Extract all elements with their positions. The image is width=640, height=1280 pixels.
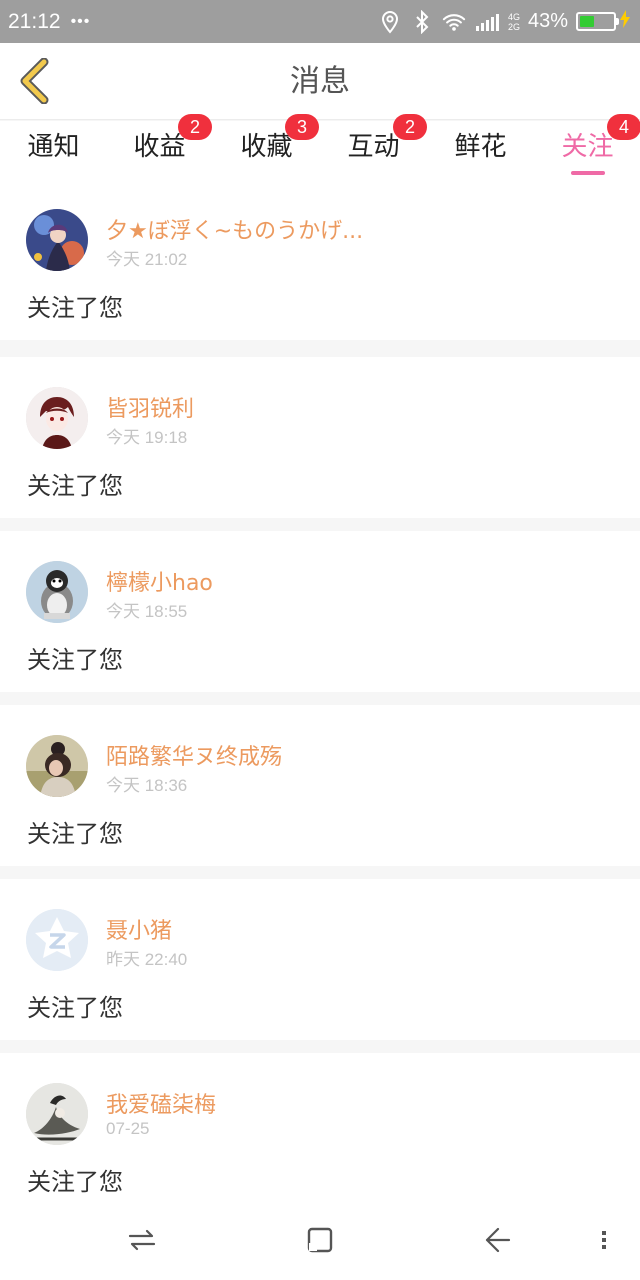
tab-earnings[interactable]: 收益 2 — [106, 114, 213, 179]
list-item[interactable]: 我爱磕柒梅 07-25 关注了您 — [0, 1053, 640, 1214]
message-text: 关注了您 — [27, 1168, 123, 1196]
unread-badge: 3 — [285, 114, 319, 140]
unread-badge: 4 — [607, 114, 640, 140]
back-button[interactable] — [14, 57, 54, 105]
tab-label: 鲜花 — [454, 132, 507, 162]
penguin-avatar — [26, 561, 88, 623]
message-time: 今天 21:02 — [106, 250, 188, 269]
battery-level — [580, 16, 594, 27]
tab-label: 关注 — [561, 132, 614, 162]
avatar[interactable] — [26, 735, 88, 797]
battery-icon — [576, 12, 619, 31]
avatar[interactable] — [26, 1083, 88, 1145]
user-name[interactable]: 聂小猪 — [106, 913, 172, 945]
ink-sketch-avatar — [26, 1083, 88, 1145]
message-time: 07-25 — [106, 1119, 150, 1138]
home-button[interactable] — [298, 1218, 342, 1262]
message-time: 今天 19:18 — [106, 428, 188, 447]
list-item[interactable]: 夕★ぼ浮く~ものうかげ... 今天 21:02 关注了您 — [0, 179, 640, 340]
tab-flowers[interactable]: 鲜花 — [427, 121, 534, 179]
avatar[interactable] — [26, 561, 88, 623]
anime-girl-avatar — [26, 209, 88, 271]
tab-label: 互动 — [347, 132, 400, 162]
anime-boy-avatar — [26, 387, 88, 449]
message-text: 关注了您 — [27, 994, 123, 1022]
avatar[interactable] — [26, 909, 88, 971]
user-name[interactable]: 我爱磕柒梅 — [106, 1087, 216, 1119]
user-name[interactable]: 夕★ぼ浮く~ものうかげ... — [106, 213, 363, 245]
list-item[interactable]: 皆羽锐利 今天 19:18 关注了您 — [0, 357, 640, 518]
network-type: 4G 2G — [508, 12, 520, 32]
user-name[interactable]: 檸檬小hao — [106, 565, 213, 597]
system-back-button[interactable] — [476, 1218, 520, 1262]
list-item[interactable]: 檸檬小hao 今天 18:55 关注了您 — [0, 531, 640, 692]
switch-apps-icon — [128, 1229, 156, 1251]
location-icon — [378, 10, 402, 34]
tab-interactions[interactable]: 互动 2 — [320, 114, 427, 179]
battery-percent: 43% — [527, 10, 568, 32]
notification-dots: ••• — [70, 12, 91, 30]
page-title: 消息 — [290, 64, 350, 99]
message-tabs: 通知 收益 2 收藏 3 互动 2 鲜花 关注 4 — [0, 114, 640, 179]
avatar[interactable] — [26, 387, 88, 449]
unread-badge: 2 — [178, 114, 212, 140]
list-item[interactable]: 聂小猪 昨天 22:40 关注了您 — [0, 879, 640, 1040]
switch-apps-button[interactable] — [120, 1218, 164, 1262]
user-name[interactable]: 皆羽锐利 — [106, 391, 194, 423]
message-time: 今天 18:55 — [106, 602, 188, 621]
unread-badge: 2 — [393, 114, 427, 140]
message-time: 昨天 22:40 — [106, 950, 188, 969]
default-z-avatar — [26, 909, 88, 971]
message-text: 关注了您 — [27, 820, 123, 848]
status-time: 21:12 — [8, 9, 61, 33]
back-icon — [485, 1227, 511, 1253]
active-tab-indicator — [570, 171, 605, 175]
menu-icon — [602, 1231, 606, 1249]
list-item[interactable]: 陌路繁华ヌ终成殇 今天 18:36 关注了您 — [0, 705, 640, 866]
message-text: 关注了您 — [27, 646, 123, 674]
tab-label: 通知 — [27, 132, 80, 162]
tab-favorites[interactable]: 收藏 3 — [213, 114, 320, 179]
tab-follows[interactable]: 关注 4 — [534, 114, 640, 179]
message-text: 关注了您 — [27, 294, 123, 322]
status-bar: 21:12 ••• 4G 2G 43% — [0, 0, 640, 43]
message-text: 关注了您 — [27, 472, 123, 500]
user-name[interactable]: 陌路繁华ヌ终成殇 — [106, 739, 282, 771]
chevron-left-icon — [20, 58, 49, 104]
girl-photo-avatar — [26, 735, 88, 797]
menu-button[interactable] — [582, 1218, 626, 1262]
tab-notice[interactable]: 通知 — [0, 121, 107, 179]
signal-icon — [474, 10, 502, 34]
avatar[interactable] — [26, 209, 88, 271]
network-type-bottom: 2G — [507, 21, 520, 32]
system-nav-bar — [0, 1200, 640, 1280]
app-header: 消息 — [0, 43, 640, 120]
home-icon — [307, 1227, 333, 1253]
wifi-icon — [442, 10, 466, 34]
network-type-top: 4G — [507, 11, 520, 22]
message-time: 今天 18:36 — [106, 776, 188, 795]
bluetooth-icon — [410, 9, 434, 34]
charging-icon — [620, 10, 630, 33]
